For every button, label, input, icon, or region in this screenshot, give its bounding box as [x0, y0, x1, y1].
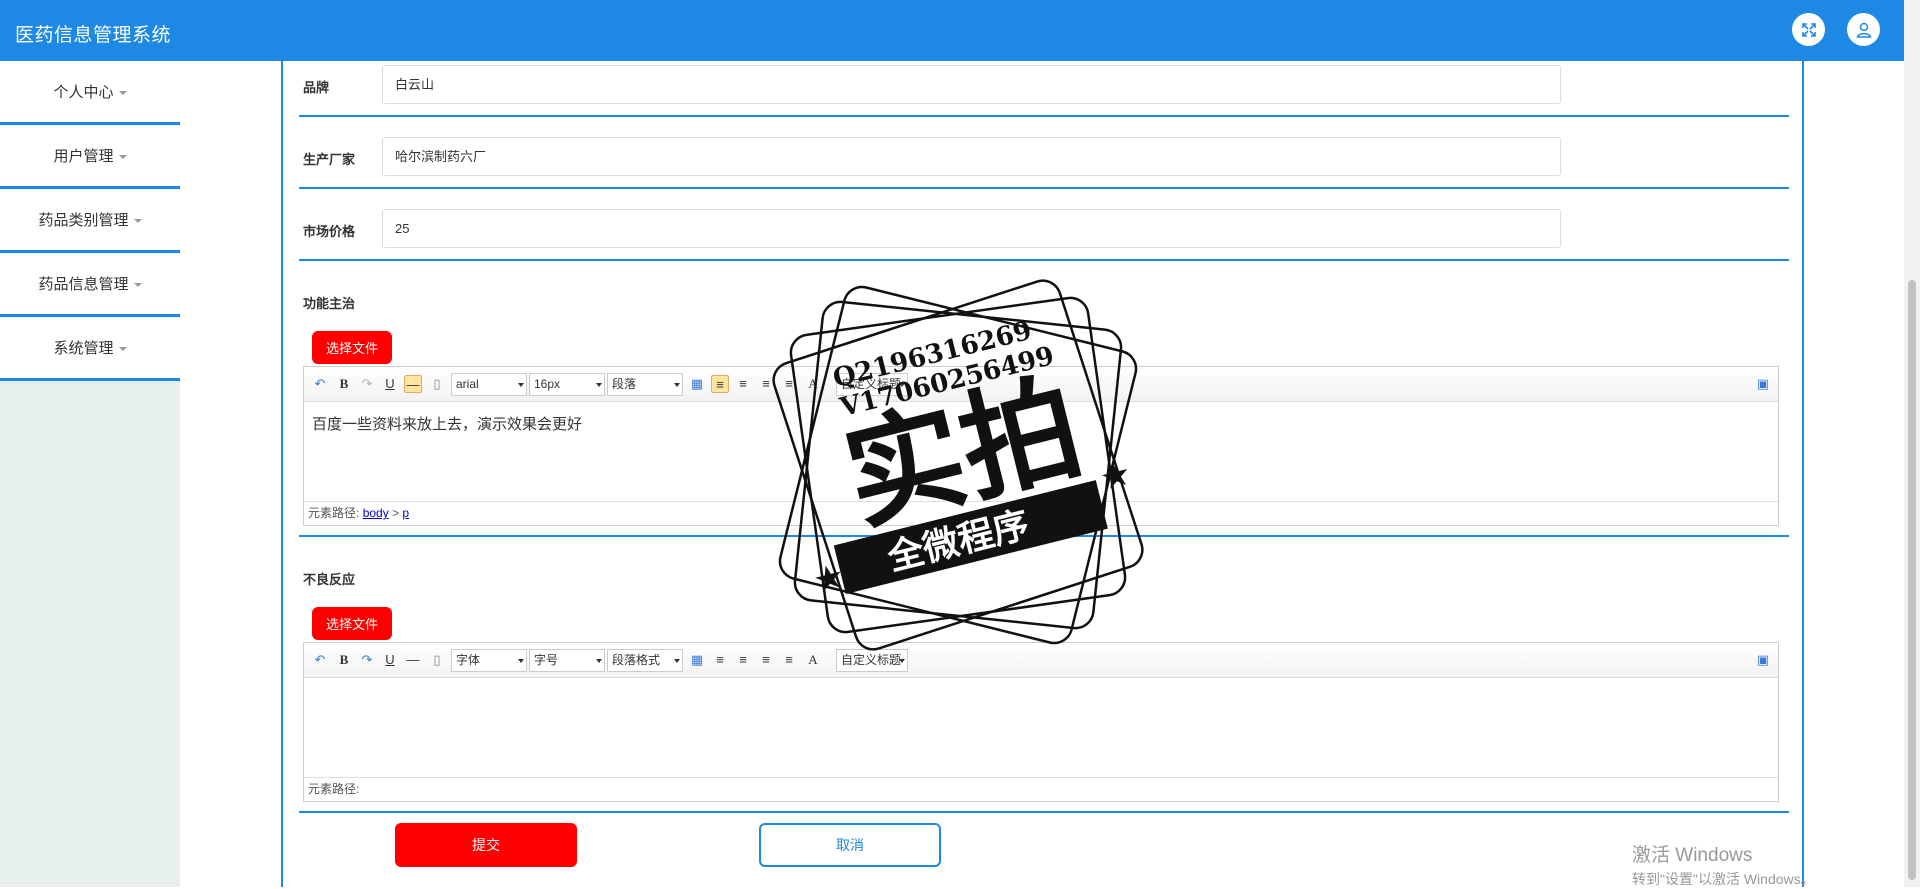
adverse-editor[interactable]: ↶ B ↷ U — ▯ 字体 字号 段落格式 ▦ ≡ ≡ ≡ ≡ A 自定义标题…	[303, 642, 1779, 802]
source-code-icon[interactable]: ▣	[1754, 375, 1772, 393]
align-left-icon[interactable]: ≡	[711, 375, 729, 393]
align-right-icon[interactable]: ≡	[734, 375, 752, 393]
page-icon[interactable]: ▯	[428, 651, 446, 669]
submit-button[interactable]: 提交	[395, 823, 577, 867]
editor-content[interactable]: 百度一些资料来放上去，演示效果会更好	[312, 413, 582, 434]
bold-icon[interactable]: B	[335, 375, 353, 393]
brand-input[interactable]: 白云山	[382, 65, 1561, 104]
editor-toolbar: ↶ B ↷ U — ▯ arial 16px 段落 ▦ ≡ ≡ ≡ ≡ A 自定…	[304, 367, 1778, 402]
price-label: 市场价格	[303, 224, 356, 239]
path-separator: >	[392, 506, 400, 520]
sidebar-item-drug-info[interactable]: 药品信息管理	[0, 253, 180, 317]
underline-icon[interactable]: U	[381, 651, 399, 669]
divider	[299, 187, 1789, 189]
sidebar-item-system[interactable]: 系统管理	[0, 317, 180, 381]
fullscreen-button[interactable]	[1792, 13, 1825, 46]
sidebar-item-drug-category[interactable]: 药品类别管理	[0, 189, 180, 253]
cancel-button[interactable]: 取消	[759, 823, 941, 867]
redo-icon[interactable]: ↷	[358, 651, 376, 669]
adverse-file-button[interactable]: 选择文件	[312, 607, 392, 640]
top-bar: 医药信息管理系统	[0, 0, 1904, 61]
path-body-link[interactable]: body	[363, 506, 389, 520]
caret-down-icon	[118, 346, 127, 351]
font-size-select[interactable]: 16px	[529, 373, 605, 396]
caret-down-icon	[133, 218, 142, 223]
divider	[299, 811, 1789, 813]
adverse-label: 不良反应	[303, 572, 356, 587]
editor-toolbar: ↶ B ↷ U — ▯ 字体 字号 段落格式 ▦ ≡ ≡ ≡ ≡ A 自定义标题…	[304, 643, 1778, 678]
element-path: 元素路径: body > p	[304, 501, 1778, 525]
functions-editor[interactable]: ↶ B ↷ U — ▯ arial 16px 段落 ▦ ≡ ≡ ≡ ≡ A 自定…	[303, 366, 1779, 526]
font-family-select[interactable]: 字体	[451, 649, 527, 672]
sidebar-item-personal-center[interactable]: 个人中心	[0, 61, 180, 125]
align-right-icon[interactable]: ≡	[734, 651, 752, 669]
manufacturer-label: 生产厂家	[303, 152, 356, 167]
align-center-icon[interactable]: ≡	[757, 651, 775, 669]
divider	[299, 259, 1789, 261]
custom-title-select[interactable]: 自定义标题	[836, 373, 908, 396]
paragraph-select[interactable]: 段落格式	[607, 649, 683, 672]
element-path: 元素路径:	[304, 777, 1778, 801]
element-path-label: 元素路径:	[308, 782, 360, 796]
windows-activation-notice: 激活 Windows 转到"设置"以激活 Windows。	[1632, 840, 1815, 889]
page-icon[interactable]: ▯	[428, 375, 446, 393]
price-input[interactable]: 25	[382, 209, 1561, 248]
font-color-icon[interactable]: A	[804, 375, 822, 393]
divider	[299, 115, 1789, 117]
caret-down-icon	[118, 90, 127, 95]
fullscreen-icon	[1801, 22, 1816, 37]
undo-icon[interactable]: ↶	[311, 375, 329, 393]
bold-icon[interactable]: B	[335, 651, 353, 669]
paragraph-select[interactable]: 段落	[607, 373, 683, 396]
user-icon	[1856, 22, 1871, 38]
path-p-link[interactable]: p	[402, 506, 409, 520]
sidebar: 个人中心 用户管理 药品类别管理 药品信息管理 系统管理	[0, 61, 180, 887]
custom-title-select[interactable]: 自定义标题	[836, 649, 908, 672]
horizontal-rule-icon[interactable]: —	[404, 651, 422, 669]
functions-label: 功能主治	[303, 296, 356, 311]
functions-file-button[interactable]: 选择文件	[312, 331, 392, 364]
font-color-icon[interactable]: A	[804, 651, 822, 669]
align-center-icon[interactable]: ≡	[757, 375, 775, 393]
divider	[299, 535, 1789, 537]
table-icon[interactable]: ▦	[688, 375, 706, 393]
activation-subtitle: 转到"设置"以激活 Windows。	[1632, 871, 1815, 887]
horizontal-rule-icon[interactable]: —	[404, 375, 422, 393]
justify-icon[interactable]: ≡	[780, 651, 798, 669]
caret-down-icon	[118, 154, 127, 159]
element-path-label: 元素路径:	[308, 506, 360, 520]
sidebar-item-label: 用户管理	[53, 148, 114, 165]
scrollbar-thumb[interactable]	[1908, 280, 1916, 880]
form-panel: 品牌 白云山 生产厂家 哈尔滨制药六厂 市场价格 25 功能主治 选择文件 ↶ …	[281, 61, 1804, 887]
sidebar-item-user-management[interactable]: 用户管理	[0, 125, 180, 189]
sidebar-item-label: 个人中心	[53, 84, 114, 101]
page-scrollbar[interactable]	[1904, 0, 1920, 887]
sidebar-item-label: 药品类别管理	[38, 212, 129, 229]
undo-icon[interactable]: ↶	[311, 651, 329, 669]
underline-icon[interactable]: U	[381, 375, 399, 393]
user-button[interactable]	[1847, 13, 1880, 46]
font-family-select[interactable]: arial	[451, 373, 527, 396]
font-size-select[interactable]: 字号	[529, 649, 605, 672]
sidebar-item-label: 药品信息管理	[38, 276, 129, 293]
sidebar-item-label: 系统管理	[53, 340, 114, 357]
manufacturer-input[interactable]: 哈尔滨制药六厂	[382, 137, 1561, 176]
source-code-icon[interactable]: ▣	[1754, 651, 1772, 669]
activation-title: 激活 Windows	[1632, 845, 1753, 866]
brand-label: 品牌	[303, 80, 330, 95]
app-title: 医药信息管理系统	[15, 25, 172, 46]
caret-down-icon	[133, 282, 142, 287]
align-left-icon[interactable]: ≡	[711, 651, 729, 669]
justify-icon[interactable]: ≡	[780, 375, 798, 393]
table-icon[interactable]: ▦	[688, 651, 706, 669]
redo-icon[interactable]: ↷	[358, 375, 376, 393]
